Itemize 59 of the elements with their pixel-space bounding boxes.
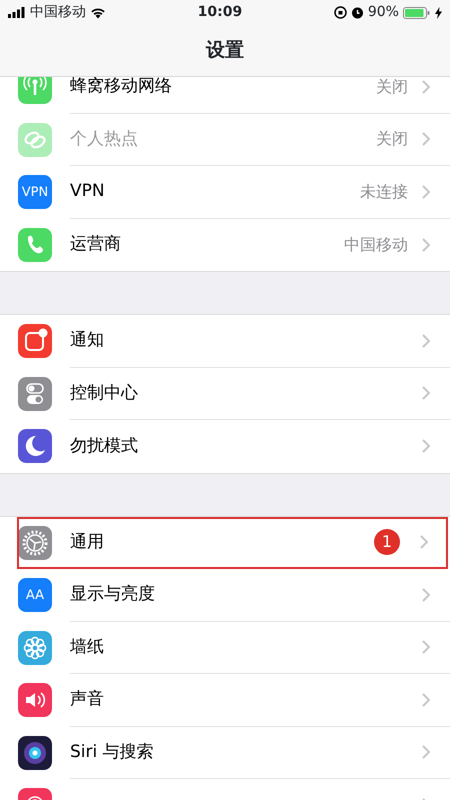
status-time: 10:09 <box>198 3 242 22</box>
row-label: VPN <box>70 180 106 203</box>
toggles-icon <box>18 376 52 411</box>
row-label: 墙纸 <box>70 636 105 658</box>
chevron-icon <box>422 132 430 146</box>
settings-row[interactable]: 声音 <box>0 674 450 726</box>
row-label: 通知 <box>70 329 105 352</box>
notification-icon <box>18 324 52 358</box>
charging-bolt-icon <box>434 6 442 18</box>
row-label: Siri 与搜索 <box>70 740 155 764</box>
speaker-icon <box>18 683 52 718</box>
settings-row[interactable]: 勿扰模式 <box>0 420 450 472</box>
row-label: 勿扰模式 <box>70 434 139 458</box>
rotation-lock-icon <box>334 6 347 19</box>
vpn-icon: VPN <box>18 175 52 210</box>
settings-row[interactable]: 控制中心 <box>0 368 450 420</box>
flower-icon <box>18 630 52 665</box>
wifi-icon <box>90 6 106 18</box>
row-label: 控制中心 <box>70 382 139 404</box>
chain-link-icon <box>18 122 52 157</box>
battery-percentage: 90% <box>368 3 399 22</box>
orb-icon <box>18 736 52 770</box>
chevron-icon <box>422 80 430 94</box>
row-value: 关闭 <box>376 128 408 150</box>
settings-row[interactable]: 运营商 中国移动 <box>0 218 450 271</box>
chevron-icon <box>422 640 430 654</box>
settings-row[interactable]: 通知 <box>0 315 450 368</box>
settings-row[interactable]: VPN VPN 未连接 <box>0 166 450 218</box>
chevron-icon <box>422 745 430 760</box>
settings-row[interactable]: Siri 与搜索 <box>0 726 450 779</box>
chevron-icon <box>422 588 430 602</box>
chevron-icon <box>420 535 428 550</box>
signal-icon <box>8 7 26 18</box>
battery-icon <box>402 6 431 18</box>
row-value: 关闭 <box>376 77 408 98</box>
chevron-icon <box>422 334 430 348</box>
settings-row[interactable]: AA 显示与亮度 <box>0 569 450 622</box>
row-value: 中国移动 <box>344 234 408 256</box>
moon-icon <box>18 429 52 464</box>
chevron-icon <box>422 439 430 454</box>
row-value: 未连接 <box>360 180 408 203</box>
row-label: 个人热点 <box>70 128 139 150</box>
text-size-icon: AA <box>18 578 52 612</box>
settings-row[interactable]: 通用 1 <box>17 516 448 569</box>
carrier-name: 中国移动 <box>30 3 86 22</box>
notification-count: 1 <box>374 529 400 556</box>
chevron-icon <box>422 238 430 252</box>
phone-icon <box>18 228 52 262</box>
row-label: 通用 <box>70 530 105 554</box>
chevron-icon <box>422 184 430 199</box>
chevron-icon <box>422 386 430 400</box>
row-label: 声音 <box>70 688 105 711</box>
alarm-clock-icon <box>350 6 364 19</box>
gear-icon <box>18 526 52 560</box>
chevron-icon <box>422 692 430 707</box>
page-title: 设置 <box>206 38 244 64</box>
settings-row[interactable]: 墙纸 <box>0 622 450 674</box>
row-label: 显示与亮度 <box>70 583 156 606</box>
row-label: 运营商 <box>70 233 122 256</box>
